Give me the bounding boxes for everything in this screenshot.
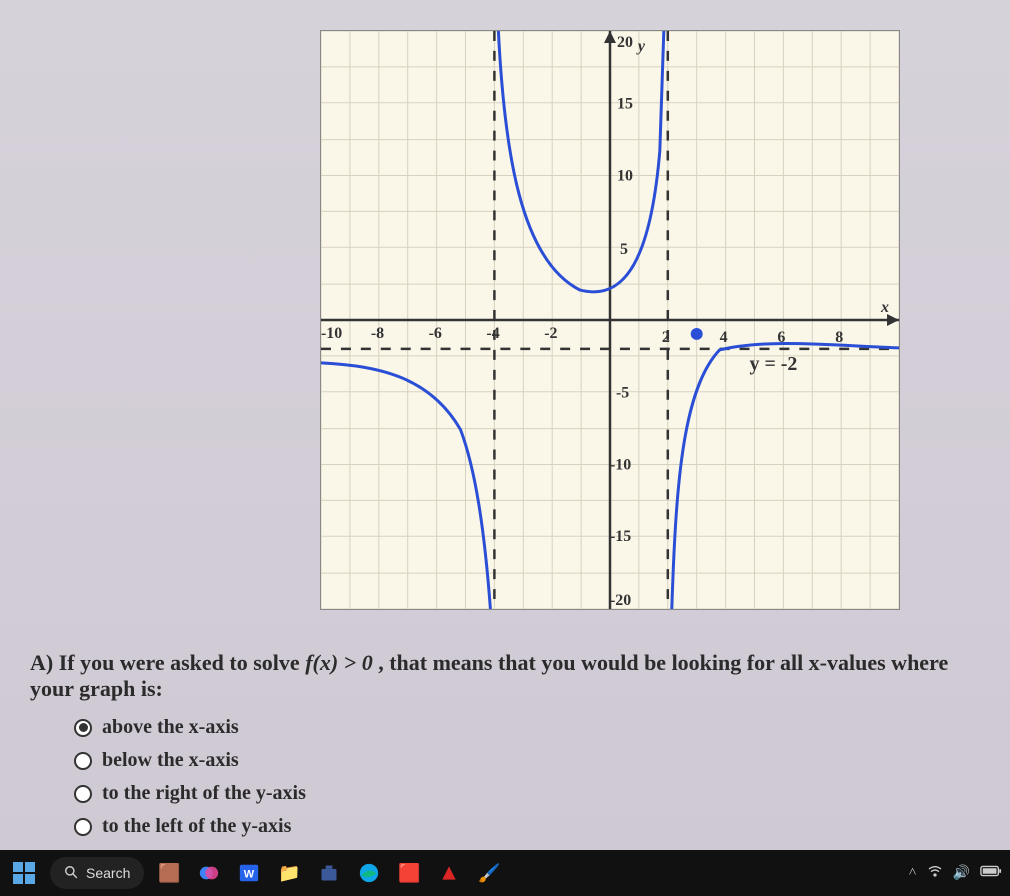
function-graph: -10 -8 -6 -4 -2 2 4 6 8 20 15 10 5 -5 -1… <box>320 30 900 610</box>
svg-text:8: 8 <box>835 329 843 346</box>
svg-text:-15: -15 <box>610 528 631 545</box>
taskbar: Search 🟫 W 📁 🟥 🖌️ ˄ 🔊 <box>0 850 1010 896</box>
svg-text:-10: -10 <box>610 456 631 473</box>
svg-text:y: y <box>636 38 646 55</box>
page-content: -10 -8 -6 -4 -2 2 4 6 8 20 15 10 5 -5 -1… <box>0 0 1010 850</box>
edge-icon[interactable] <box>354 858 384 888</box>
svg-text:-4: -4 <box>486 325 499 342</box>
options-group: above the x-axis below the x-axis to the… <box>74 716 990 838</box>
battery-icon[interactable] <box>980 865 1002 882</box>
svg-text:W: W <box>244 869 255 881</box>
option-right-y[interactable]: to the right of the y-axis <box>74 782 990 805</box>
option-label: to the right of the y-axis <box>102 782 306 805</box>
taskbar-search[interactable]: Search <box>50 857 144 889</box>
windows-icon <box>13 862 35 884</box>
chevron-up-icon[interactable]: ˄ <box>909 865 917 881</box>
svg-text:15: 15 <box>617 96 633 113</box>
radio-icon[interactable] <box>74 818 92 836</box>
svg-text:4: 4 <box>720 329 728 346</box>
svg-text:-10: -10 <box>321 325 342 342</box>
radio-icon[interactable] <box>74 752 92 770</box>
svg-text:-20: -20 <box>610 592 631 609</box>
option-label: to the left of the y-axis <box>102 815 291 838</box>
svg-text:5: 5 <box>620 241 628 258</box>
q-func: f(x) > 0 <box>305 650 373 675</box>
svg-text:-8: -8 <box>371 325 384 342</box>
search-placeholder: Search <box>86 865 130 881</box>
taskbar-app-icon[interactable]: 🟥 <box>394 858 424 888</box>
taskbar-app-icon[interactable]: 🟫 <box>154 858 184 888</box>
svg-text:-6: -6 <box>429 325 442 342</box>
option-above-x[interactable]: above the x-axis <box>74 716 990 739</box>
svg-text:10: 10 <box>617 167 633 184</box>
word-icon[interactable]: W <box>234 858 264 888</box>
store-icon[interactable] <box>314 858 344 888</box>
svg-text:-2: -2 <box>544 325 557 342</box>
taskbar-app-icon[interactable] <box>434 858 464 888</box>
search-icon <box>64 865 78 882</box>
start-button[interactable] <box>8 857 40 889</box>
option-left-y[interactable]: to the left of the y-axis <box>74 815 990 838</box>
option-label: above the x-axis <box>102 716 239 739</box>
volume-icon[interactable]: 🔊 <box>953 865 970 882</box>
taskbar-app-icon[interactable]: 🖌️ <box>474 858 504 888</box>
question-text: A) If you were asked to solve f(x) > 0 ,… <box>30 650 990 702</box>
wifi-icon[interactable] <box>927 863 943 884</box>
q-prefix: A) If you were asked to solve <box>30 650 305 675</box>
option-below-x[interactable]: below the x-axis <box>74 749 990 772</box>
radio-icon[interactable] <box>74 719 92 737</box>
svg-text:y = -2: y = -2 <box>750 353 798 375</box>
svg-text:x: x <box>880 299 889 316</box>
chart-svg: -10 -8 -6 -4 -2 2 4 6 8 20 15 10 5 -5 -1… <box>321 31 899 609</box>
option-label: below the x-axis <box>102 749 239 772</box>
question-a: A) If you were asked to solve f(x) > 0 ,… <box>30 650 990 848</box>
explorer-icon[interactable]: 📁 <box>274 858 304 888</box>
radio-icon[interactable] <box>74 785 92 803</box>
copilot-icon[interactable] <box>194 858 224 888</box>
system-tray[interactable]: ˄ 🔊 <box>909 863 1002 884</box>
svg-text:-5: -5 <box>616 385 629 402</box>
svg-text:20: 20 <box>617 34 633 51</box>
